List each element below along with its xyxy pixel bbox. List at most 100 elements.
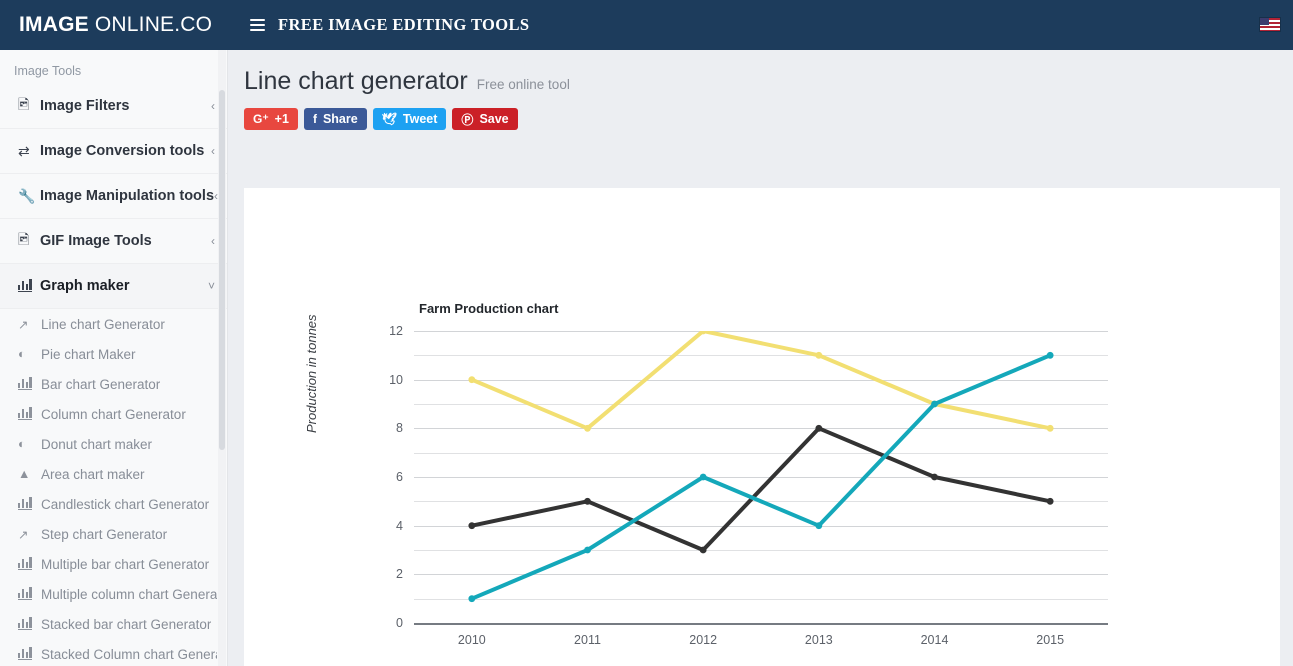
sidebar-subitem-label: Candlestick chart Generator	[41, 496, 210, 512]
sidebar-subitem-bar-chart-generator[interactable]: Bar chart Generator	[0, 369, 227, 399]
sidebar-item-label: Graph maker	[40, 278, 130, 294]
line-chart: Farm Production chart Production in tonn…	[244, 188, 1280, 666]
sidebar-subitem-multiple-column-chart-generator[interactable]: Multiple column chart Generator	[0, 579, 227, 609]
chart-data-point[interactable]	[1046, 497, 1054, 505]
sidebar-subitem-multiple-bar-chart-generator[interactable]: Multiple bar chart Generator	[0, 549, 227, 579]
nav-menu-title[interactable]: FREE IMAGE EDITING TOOLS	[278, 15, 530, 35]
twitter-share-button[interactable]: 🕊 Tweet	[372, 108, 447, 130]
top-navbar: IMAGE ONLINE.CO FREE IMAGE EDITING TOOLS	[0, 0, 1293, 50]
chart-y-tick-label: 2	[396, 567, 403, 582]
page-title: Line chart generator Free online tool	[229, 50, 1293, 96]
sidebar-scrollbar[interactable]	[218, 50, 226, 666]
sidebar-item-image-filters[interactable]: 🖻 Image Filters ‹	[0, 84, 227, 129]
sidebar: Image Tools 🖻 Image Filters ‹ ⇄ Image Co…	[0, 50, 228, 666]
sidebar-item-image-manipulation-tools[interactable]: 🔧 Image Manipulation tools ‹	[0, 174, 227, 219]
sidebar-item-label: Image Manipulation tools	[40, 188, 215, 204]
chart-data-point[interactable]	[584, 424, 591, 432]
chart-series-line-apple	[469, 331, 1053, 431]
chart-y-axis-label: Production in tonnes	[304, 314, 319, 433]
sidebar-item-gif-image-tools[interactable]: 🖻 GIF Image Tools ‹	[0, 219, 227, 264]
image-icon: 🖻	[18, 96, 30, 112]
sidebar-subitem-label: Stacked bar chart Generator	[41, 616, 212, 632]
line-chart-icon: ↗	[18, 317, 29, 332]
pinterest-label: Save	[479, 112, 509, 126]
chart-series-line-orange	[469, 426, 1053, 552]
chart-plot-area: 0 2 4 6 8 10 12 2010 2011 2012 2013 2014 2015	[389, 324, 1108, 647]
bar-chart-icon	[18, 407, 41, 420]
chevron-left-icon: ‹	[211, 144, 215, 158]
sidebar-subitem-label: Area chart maker	[41, 466, 145, 482]
sidebar-subitem-label: Stacked Column chart Generator	[41, 646, 217, 662]
chart-data-point[interactable]	[584, 497, 591, 505]
chart-data-point[interactable]	[931, 473, 938, 481]
sidebar-item-graph-maker[interactable]: Graph maker ˅	[0, 264, 227, 309]
chart-x-tick-label: 2015	[1036, 633, 1065, 647]
chart-series-layer	[468, 331, 1054, 603]
chart-data-point[interactable]	[931, 400, 938, 408]
us-flag-icon[interactable]	[1259, 17, 1281, 32]
pinterest-icon: Ⓟ	[461, 112, 474, 127]
shuffle-icon: ⇄	[18, 142, 30, 159]
chart-data-point[interactable]	[699, 546, 707, 554]
page-subtitle: Free online tool	[476, 77, 570, 92]
chart-data-point[interactable]	[584, 546, 591, 554]
chart-data-point[interactable]	[468, 595, 476, 603]
sidebar-subitem-stacked-bar-chart-generator[interactable]: Stacked bar chart Generator	[0, 609, 227, 639]
sidebar-subitem-label: Multiple bar chart Generator	[41, 556, 210, 572]
facebook-label: Share	[322, 112, 358, 126]
chart-y-tick-label: 0	[396, 616, 403, 630]
chart-card: Farm Production chart Production in tonn…	[244, 188, 1280, 666]
sidebar-item-image-conversion-tools[interactable]: ⇄ Image Conversion tools ‹	[0, 129, 227, 174]
sidebar-submenu: ↗ Line chart Generator ◐ Pie chart Maker Bar…	[0, 309, 227, 666]
chart-data-point[interactable]	[1046, 351, 1054, 359]
chart-data-point[interactable]	[468, 522, 476, 530]
wrench-icon: 🔧	[18, 187, 36, 204]
twitter-label: Tweet	[402, 112, 438, 126]
sidebar-subitem-pie-chart-maker[interactable]: ◐ Pie chart Maker	[0, 339, 227, 369]
sidebar-scrollbar-thumb[interactable]	[219, 90, 225, 450]
pinterest-share-button[interactable]: Ⓟ Save	[452, 108, 518, 130]
chart-title: Farm Production chart	[419, 301, 559, 316]
chart-x-tick-label: 2013	[804, 633, 833, 647]
pie-chart-icon: ◐	[18, 437, 26, 451]
chevron-left-icon: ‹	[211, 99, 215, 113]
sidebar-subitem-column-chart-generator[interactable]: Column chart Generator	[0, 399, 227, 429]
facebook-share-button[interactable]: f Share	[303, 108, 367, 130]
sidebar-subitem-stacked-column-chart-generator[interactable]: Stacked Column chart Generator	[0, 639, 227, 666]
sidebar-item-label: Image Conversion tools	[40, 143, 205, 159]
google-plus-share-button[interactable]: G⁺ +1	[244, 108, 298, 130]
facebook-icon: f	[312, 112, 317, 126]
sidebar-heading: Image Tools	[14, 64, 82, 78]
logo-light: ONLINE.CO	[88, 13, 213, 36]
hamburger-menu-icon[interactable]	[250, 19, 265, 31]
area-chart-icon: ▲	[18, 467, 31, 481]
sidebar-subitem-label: Column chart Generator	[41, 406, 186, 422]
site-logo[interactable]: IMAGE ONLINE.CO	[0, 13, 228, 37]
chart-x-tick-label: 2010	[457, 633, 486, 647]
sidebar-subitem-label: Pie chart Maker	[41, 346, 136, 362]
sidebar-item-label: GIF Image Tools	[40, 233, 152, 249]
chart-y-tick-label: 10	[389, 372, 403, 387]
chart-data-point[interactable]	[815, 522, 823, 530]
sidebar-subitem-step-chart-generator[interactable]: ↗ Step chart Generator	[0, 519, 227, 549]
social-share-bar: G⁺ +1 f Share 🕊 Tweet Ⓟ Save	[229, 96, 1293, 130]
chart-data-point[interactable]	[699, 473, 707, 481]
sidebar-subitem-line-chart-generator[interactable]: ↗ Line chart Generator	[0, 309, 227, 339]
sidebar-subitem-label: Donut chart maker	[41, 436, 153, 452]
chart-data-point[interactable]	[1046, 424, 1054, 432]
bar-chart-icon	[18, 279, 40, 292]
sidebar-subitem-donut-chart-maker[interactable]: ◐ Donut chart maker	[0, 429, 227, 459]
chart-gridline	[414, 623, 1108, 625]
chart-data-point[interactable]	[468, 376, 476, 384]
sidebar-subitem-candlestick-chart-generator[interactable]: Candlestick chart Generator	[0, 489, 227, 519]
sidebar-subitem-area-chart-maker[interactable]: ▲ Area chart maker	[0, 459, 227, 489]
google-plus-label: +1	[274, 112, 289, 126]
bar-chart-icon	[18, 617, 41, 630]
logo-strong: IMAGE	[19, 13, 89, 36]
pie-chart-icon: ◐	[18, 347, 26, 361]
chart-x-tick-label: 2011	[574, 633, 601, 647]
chart-data-point[interactable]	[815, 424, 823, 432]
chart-data-point[interactable]	[815, 351, 823, 359]
bar-chart-icon	[18, 647, 41, 660]
twitter-icon: 🕊	[381, 112, 397, 126]
